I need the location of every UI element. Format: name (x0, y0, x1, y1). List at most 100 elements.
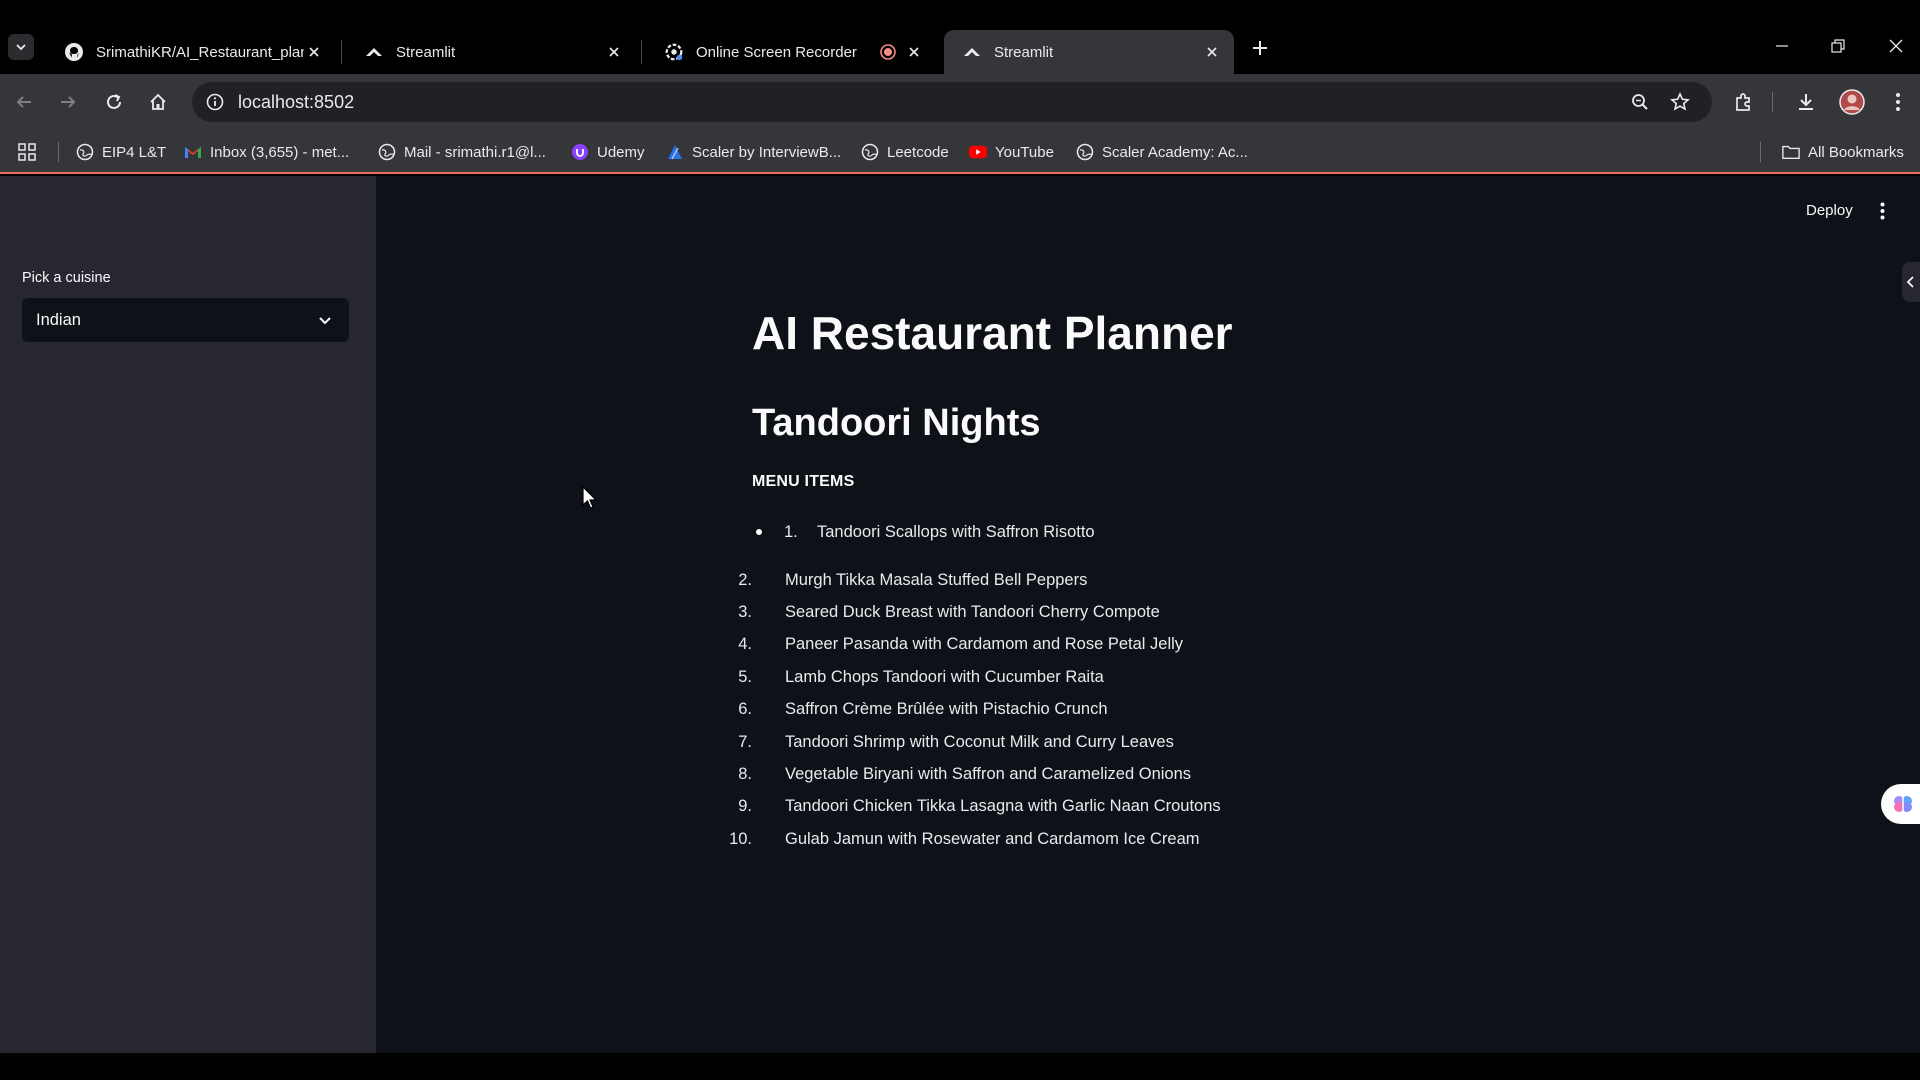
item-text: Gulab Jamun with Rosewater and Cardamom … (785, 830, 1200, 848)
close-icon[interactable] (1202, 42, 1222, 62)
item-number: 9. (738, 797, 752, 815)
bookmark-scaler[interactable]: Scaler by InterviewB... (666, 140, 841, 164)
bookmark-label: Mail - srimathi.r1@l... (404, 143, 546, 161)
bottom-letterbox (0, 1053, 1920, 1080)
udemy-icon (571, 143, 589, 161)
reload-icon (107, 94, 121, 109)
tab-title: Streamlit (994, 43, 1054, 61)
url-text: localhost:8502 (238, 91, 355, 112)
restore-button[interactable] (1826, 34, 1850, 58)
list-item: 9. Tandoori Chicken Tikka Lasagna with G… (726, 794, 1326, 818)
minimize-button[interactable] (1770, 34, 1794, 58)
tab-strip: SrimathiKR/AI_Restaurant_plann Streamlit… (0, 0, 1920, 74)
bookmark-inbox[interactable]: Inbox (3,655) - met... (184, 140, 349, 164)
item-number: 5. (738, 668, 752, 686)
close-icon[interactable] (304, 42, 324, 62)
bookmark-youtube[interactable]: YouTube (969, 140, 1054, 164)
deploy-button[interactable]: Deploy (1806, 202, 1853, 219)
bookmark-eip4[interactable]: EIP4 L&T (76, 140, 166, 164)
globe-icon (1076, 143, 1094, 161)
new-tab-button[interactable] (1248, 36, 1272, 60)
youtube-icon (969, 143, 987, 161)
close-icon[interactable] (904, 42, 924, 62)
streamlit-icon (364, 42, 384, 62)
list-item: 4. Paneer Pasanda with Cardamom and Rose… (726, 632, 1326, 656)
downloads-button[interactable] (1792, 88, 1820, 116)
restaurant-name: Tandoori Nights (752, 402, 1041, 444)
chevron-down-icon (319, 317, 331, 325)
item-number: 1. (784, 523, 798, 541)
bookmark-label: EIP4 L&T (102, 143, 167, 161)
bookmark-star-icon[interactable] (1666, 88, 1694, 116)
extensions-button[interactable] (1730, 88, 1758, 116)
bookmark-scaler-academy[interactable]: Scaler Academy: Ac... (1076, 140, 1248, 164)
tab-divider (341, 40, 342, 64)
cuisine-select[interactable]: Indian (22, 298, 349, 342)
page-title: AI Restaurant Planner (752, 307, 1233, 359)
chevron-left-icon (1906, 276, 1914, 288)
arrow-right-icon (61, 96, 76, 108)
list-item: 8. Vegetable Biryani with Saffron and Ca… (726, 762, 1326, 786)
apps-grid-icon (18, 143, 36, 161)
close-window-button[interactable] (1884, 34, 1908, 58)
bookmark-label: Inbox (3,655) - met... (210, 143, 350, 161)
bookmark-label: Scaler Academy: Ac... (1102, 143, 1248, 161)
streamlit-icon (962, 42, 982, 62)
tab-github[interactable]: SrimathiKR/AI_Restaurant_plann (46, 30, 336, 74)
list-item: 10. Gulab Jamun with Rosewater and Carda… (726, 827, 1326, 851)
sidebar-collapse-handle[interactable] (1902, 262, 1920, 302)
apps-button[interactable] (18, 140, 44, 164)
zoom-icon[interactable] (1626, 88, 1654, 116)
bookmark-divider (58, 142, 59, 162)
close-icon[interactable] (604, 42, 624, 62)
bullet-dot (756, 529, 762, 535)
item-text: Paneer Pasanda with Cardamom and Rose Pe… (785, 635, 1184, 653)
site-info-icon[interactable] (202, 89, 228, 115)
recording-indicator-icon (878, 42, 898, 62)
item-text: Tandoori Chicken Tikka Lasagna with Garl… (785, 797, 1221, 815)
forward-button[interactable] (54, 88, 82, 116)
item-text: Vegetable Biryani with Saffron and Caram… (785, 765, 1192, 783)
bookmark-mail[interactable]: Mail - srimathi.r1@l... (378, 140, 546, 164)
globe-icon (378, 143, 396, 161)
home-icon (150, 93, 166, 110)
recorder-icon (664, 42, 684, 62)
bookmark-leetcode[interactable]: Leetcode (861, 140, 949, 164)
item-number: 3. (738, 603, 752, 621)
browser-menu-button[interactable] (1884, 88, 1912, 116)
home-button[interactable] (144, 88, 172, 116)
item-text: Tandoori Scallops with Saffron Risotto (817, 523, 1095, 541)
toolbar-divider (1772, 92, 1773, 112)
floating-assistant-button[interactable] (1881, 784, 1920, 824)
brain-icon (1894, 796, 1912, 812)
tab-streamlit-active[interactable]: Streamlit (944, 30, 1234, 74)
profile-avatar[interactable] (1838, 88, 1866, 116)
bookmark-label: Scaler by InterviewB... (692, 143, 842, 161)
item-number: 2. (738, 571, 752, 589)
reload-button[interactable] (100, 88, 128, 116)
tab-title: SrimathiKR/AI_Restaurant_plann (96, 43, 304, 61)
main-menu-button[interactable] (1876, 200, 1888, 222)
address-bar[interactable]: localhost:8502 (192, 82, 1712, 122)
back-button[interactable] (10, 88, 38, 116)
all-bookmarks-button[interactable]: All Bookmarks (1782, 140, 1904, 164)
list-item: 2. Murgh Tikka Masala Stuffed Bell Peppe… (726, 568, 1326, 592)
list-item: 7. Tandoori Shrimp with Coconut Milk and… (726, 730, 1326, 754)
item-number: 7. (738, 733, 752, 751)
item-text: Saffron Crème Brûlée with Pistachio Crun… (785, 700, 1108, 718)
item-text: Lamb Chops Tandoori with Cucumber Raita (785, 668, 1104, 686)
tab-search-button[interactable] (8, 34, 34, 60)
item-number: 4. (738, 635, 752, 653)
list-item: 5. Lamb Chops Tandoori with Cucumber Rai… (726, 665, 1326, 689)
tab-screen-recorder[interactable]: Online Screen Recorder (646, 30, 936, 74)
globe-icon (76, 143, 94, 161)
tab-title: Streamlit (396, 43, 456, 61)
tab-title: Online Screen Recorder (696, 43, 857, 61)
tab-streamlit-1[interactable]: Streamlit (346, 30, 636, 74)
item-number: 8. (738, 765, 752, 783)
scaler-icon (666, 143, 684, 161)
puzzle-icon (1736, 93, 1750, 111)
bookmark-udemy[interactable]: Udemy (571, 140, 645, 164)
minimize-icon (1776, 45, 1788, 47)
github-icon (64, 42, 84, 62)
